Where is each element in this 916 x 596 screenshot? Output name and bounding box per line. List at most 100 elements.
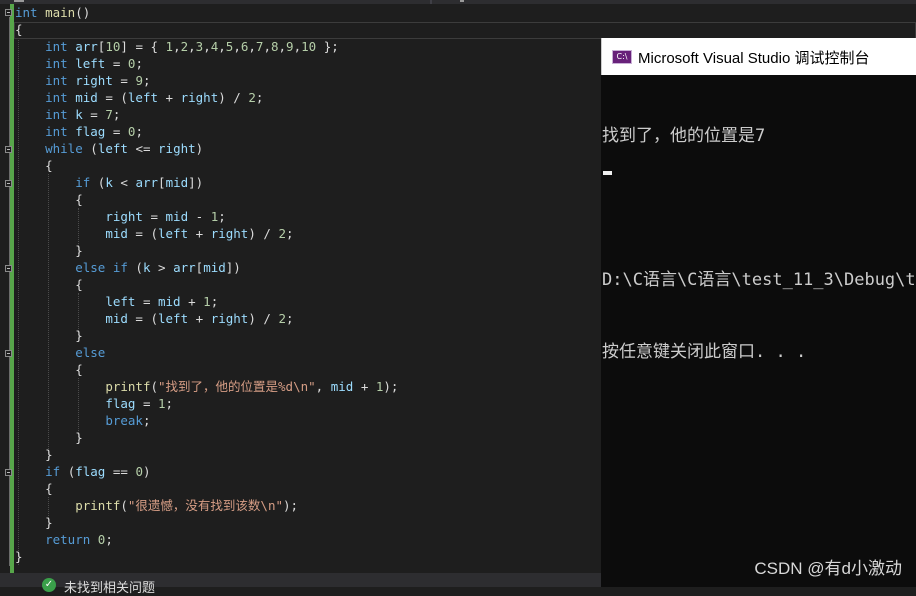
console-title-bar[interactable]: C:\ Microsoft Visual Studio 调试控制台 xyxy=(601,38,916,75)
code-punctuation: = ( xyxy=(127,226,158,241)
code-punctuation xyxy=(15,73,45,88)
code-identifier: right xyxy=(105,209,143,224)
code-line[interactable]: else if (k > arr[mid]) xyxy=(15,259,398,276)
collapse-if-flag-icon[interactable] xyxy=(5,469,12,476)
code-line[interactable]: mid = (left + right) / 2; xyxy=(15,225,398,242)
code-punctuation: = xyxy=(82,107,106,122)
code-keyword: return xyxy=(45,532,91,547)
code-identifier: arr xyxy=(75,39,98,54)
code-punctuation: ; xyxy=(135,124,143,139)
code-punctuation: ; xyxy=(165,396,174,411)
code-punctuation: ( xyxy=(150,379,158,394)
code-number: 0 xyxy=(135,464,143,479)
code-line[interactable]: { xyxy=(15,361,398,378)
code-punctuation: ); xyxy=(383,379,399,394)
collapse-main-icon[interactable] xyxy=(5,9,12,16)
code-punctuation: == xyxy=(105,464,136,479)
console-app-icon: C:\ xyxy=(612,50,632,64)
code-identifier: left xyxy=(127,90,159,105)
code-punctuation xyxy=(15,226,105,241)
code-punctuation: ( xyxy=(120,498,128,513)
code-keyword: int xyxy=(45,124,68,139)
code-line[interactable]: } xyxy=(15,446,398,463)
code-punctuation: ]) xyxy=(188,175,204,190)
code-number: 7 xyxy=(105,107,113,122)
code-line[interactable]: int left = 0; xyxy=(15,55,398,72)
code-function: printf xyxy=(75,498,121,513)
code-identifier: k xyxy=(142,260,151,275)
code-punctuation: = xyxy=(105,124,128,139)
collapse-if-icon[interactable] xyxy=(5,180,12,187)
code-line[interactable]: flag = 1; xyxy=(15,395,398,412)
code-punctuation: = xyxy=(135,396,158,411)
code-line[interactable]: } xyxy=(15,327,398,344)
code-punctuation: { xyxy=(15,362,83,377)
code-punctuation xyxy=(15,39,45,54)
outline-guide-line xyxy=(9,17,10,566)
check-circle-icon[interactable]: ✓ xyxy=(42,578,56,592)
code-line[interactable]: printf("找到了，他的位置是%d\n", mid + 1); xyxy=(15,378,398,395)
code-punctuation: ; xyxy=(255,90,264,105)
code-line[interactable]: int mid = (left + right) / 2; xyxy=(15,89,398,106)
code-line[interactable]: right = mid - 1; xyxy=(15,208,398,225)
code-punctuation: , xyxy=(293,39,302,54)
tab-strip-marker xyxy=(14,0,24,2)
code-punctuation: } xyxy=(15,243,83,258)
code-identifier: flag xyxy=(75,464,106,479)
console-cursor xyxy=(603,171,612,175)
debug-console-window[interactable]: C:\ Microsoft Visual Studio 调试控制台 找到了，他的… xyxy=(601,38,916,587)
code-line[interactable]: else xyxy=(15,344,398,361)
collapse-else-icon[interactable] xyxy=(5,350,12,357)
code-line[interactable]: { xyxy=(15,480,398,497)
code-line[interactable]: if (k < arr[mid]) xyxy=(15,174,398,191)
code-identifier: right xyxy=(210,226,249,241)
code-line[interactable]: mid = (left + right) / 2; xyxy=(15,310,398,327)
change-tracking-bar xyxy=(10,4,14,573)
code-punctuation xyxy=(15,260,75,275)
console-output: 找到了，他的位置是7 D:\C语言\C语言\test_11_3\Debug\te… xyxy=(602,76,916,412)
code-number: 9 xyxy=(135,73,143,88)
code-line[interactable]: left = mid + 1; xyxy=(15,293,398,310)
code-punctuation: ] = { xyxy=(120,39,166,54)
code-line[interactable]: } xyxy=(15,429,398,446)
code-line[interactable]: int main() xyxy=(15,4,398,21)
code-line[interactable]: { xyxy=(15,276,398,293)
code-keyword: int xyxy=(45,73,68,88)
code-line[interactable]: int flag = 0; xyxy=(15,123,398,140)
code-punctuation: ; xyxy=(210,294,219,309)
code-line[interactable]: } xyxy=(15,514,398,531)
code-line[interactable]: if (flag == 0) xyxy=(15,463,398,480)
code-line[interactable]: { xyxy=(15,157,398,174)
code-punctuation: ; xyxy=(218,209,226,224)
code-line[interactable]: int k = 7; xyxy=(15,106,398,123)
code-line[interactable]: while (left <= right) xyxy=(15,140,398,157)
code-line[interactable]: break; xyxy=(15,412,398,429)
code-punctuation: ) / xyxy=(248,226,279,241)
code-keyword: if xyxy=(45,464,61,479)
source-code[interactable]: int main(){ int arr[10] = { 1,2,3,4,5,6,… xyxy=(15,4,398,565)
code-keyword: if xyxy=(75,175,91,190)
code-line[interactable]: int right = 9; xyxy=(15,72,398,89)
collapse-while-icon[interactable] xyxy=(5,146,12,153)
code-identifier: right xyxy=(75,73,113,88)
code-punctuation: ( xyxy=(90,175,106,190)
code-line[interactable]: int arr[10] = { 1,2,3,4,5,6,7,8,9,10 }; xyxy=(15,38,398,55)
code-punctuation: = ( xyxy=(97,90,128,105)
code-keyword: int xyxy=(45,107,68,122)
code-punctuation xyxy=(15,209,105,224)
code-line[interactable]: { xyxy=(15,191,398,208)
code-identifier: mid xyxy=(105,226,128,241)
code-number: 2 xyxy=(248,90,256,105)
collapse-else-if-icon[interactable] xyxy=(5,265,12,272)
code-line[interactable]: printf("很遗憾，没有找到该数\n"); xyxy=(15,497,398,514)
code-keyword: else xyxy=(75,345,106,360)
code-punctuation: { xyxy=(15,277,83,292)
code-number: 10 xyxy=(105,39,121,54)
console-output-line: 按任意键关闭此窗口. . . xyxy=(602,342,807,362)
code-punctuation: } xyxy=(15,515,53,530)
code-line[interactable]: } xyxy=(15,548,398,565)
code-line[interactable]: { xyxy=(15,21,398,38)
code-line[interactable]: return 0; xyxy=(15,531,398,548)
code-punctuation: { xyxy=(15,22,23,37)
code-line[interactable]: } xyxy=(15,242,398,259)
